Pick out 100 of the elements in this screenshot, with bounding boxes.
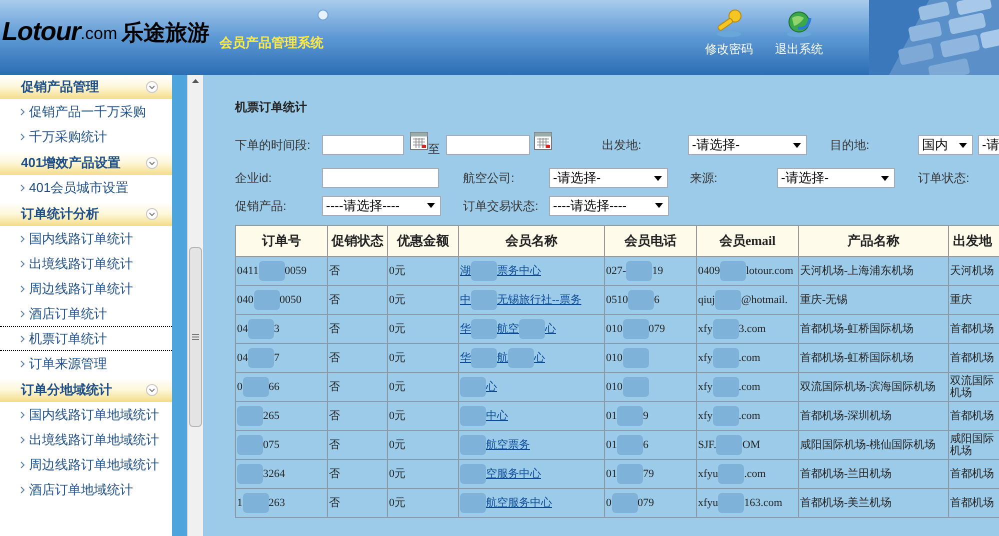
table-cell-text: 04	[237, 352, 248, 364]
caret-icon	[427, 203, 435, 208]
sidebar-item[interactable]: 401会员城市设置	[0, 175, 172, 200]
member-link[interactable]: 无锡旅行社--票务	[497, 294, 582, 306]
sidebar-item[interactable]: 周边线路订单地域统计	[0, 452, 172, 477]
table-cell-text: @hotmail.	[741, 294, 788, 306]
input-field[interactable]	[322, 168, 439, 188]
collapse-icon[interactable]	[146, 81, 158, 93]
sidebar-item[interactable]: 酒店订单统计	[0, 301, 172, 326]
field-label: 促销产品:	[235, 198, 288, 214]
section-title: 401增效产品设置	[21, 154, 121, 172]
date-field[interactable]	[322, 135, 404, 155]
table-cell-text: 265	[263, 410, 280, 422]
table-cell-text: 0元	[389, 381, 406, 393]
sidebar-item[interactable]: 出境线路订单统计	[0, 251, 172, 276]
blurred-patch	[626, 261, 652, 281]
sidebar-section-header[interactable]: 订单分地域统计	[0, 378, 172, 402]
brand-name: 乐途旅游	[121, 22, 210, 44]
sidebar-section-header[interactable]: 促销产品管理	[0, 75, 172, 99]
blurred-patch	[622, 377, 648, 397]
scroll-thumb[interactable]	[189, 247, 202, 427]
blurred-patch	[712, 406, 739, 426]
select-dropdown[interactable]: -请选择-	[549, 168, 668, 188]
sidebar-item[interactable]: 国内线路订单统计	[0, 226, 172, 251]
table-cell-text: SJF.	[698, 439, 716, 451]
table-cell-text: 否	[329, 294, 340, 306]
table-cell-text: 079	[648, 323, 665, 335]
sidebar-section-header[interactable]: 401增效产品设置	[0, 151, 172, 175]
table-cell-text: xfy	[698, 381, 713, 393]
column-header: 会员名称	[458, 226, 604, 256]
field-label: 订单状态:	[918, 170, 970, 187]
blurred-patch	[617, 406, 643, 426]
table-cell-text: 0	[606, 497, 612, 509]
select-dropdown[interactable]: -请选择-	[777, 168, 895, 188]
calendar-icon[interactable]	[534, 132, 552, 150]
table-cell-text: 首都机场	[950, 410, 994, 422]
table-cell-text: 首都机场	[950, 497, 994, 509]
sidebar-section-header[interactable]: 订单统计分析	[0, 202, 172, 226]
table-cell-text: 0510	[606, 294, 628, 306]
select-dropdown[interactable]: -请选择-	[688, 135, 807, 155]
member-link[interactable]: 航空	[497, 323, 519, 335]
member-link[interactable]: 华	[460, 323, 471, 335]
blurred-patch	[471, 290, 497, 310]
member-link[interactable]: 航空服务中心	[486, 497, 552, 509]
key-icon	[714, 8, 744, 38]
table-cell-text: 否	[329, 410, 340, 422]
sidebar-item[interactable]: 周边线路订单统计	[0, 276, 172, 301]
table-cell-text: 19	[652, 265, 664, 277]
sidebar-item[interactable]: 出境线路订单地域统计	[0, 427, 172, 452]
member-link[interactable]: 航空票务	[486, 439, 530, 451]
member-link[interactable]: 航	[497, 352, 508, 364]
blurred-patch	[612, 493, 638, 513]
blurred-patch	[716, 435, 742, 455]
table-cell-text: 否	[329, 323, 340, 335]
blurred-patch	[712, 319, 739, 339]
member-link[interactable]: 空服务中心	[486, 468, 541, 480]
scroll-up-icon[interactable]	[192, 79, 199, 83]
caret-icon	[881, 176, 889, 180]
column-header: 订单号	[236, 226, 328, 256]
blurred-patch	[254, 290, 280, 310]
toolbar-button[interactable]: 修改密码	[705, 8, 753, 58]
blurred-patch	[715, 290, 742, 310]
member-link[interactable]: 华	[460, 352, 471, 364]
collapse-icon[interactable]	[146, 384, 158, 396]
logo-text: Lotour	[2, 18, 80, 44]
sidebar-item[interactable]: 千万采购统计	[0, 124, 172, 149]
table-cell-text: 0元	[389, 497, 406, 509]
member-link[interactable]: 中	[460, 294, 471, 306]
table-cell-text: 6	[643, 439, 648, 451]
scrollbar[interactable]	[187, 75, 203, 536]
table-cell-text: 否	[329, 381, 340, 393]
field-label: 企业id:	[235, 170, 273, 187]
sidebar-item[interactable]: 促销产品一千万采购	[0, 99, 172, 124]
member-link[interactable]: 湖	[460, 265, 471, 277]
table-cell-text: 79	[643, 468, 654, 480]
chevron-icon	[20, 108, 25, 116]
select-dropdown[interactable]: ----请选择----	[549, 196, 669, 216]
table-cell-text: 首都机场-美兰机场	[800, 497, 892, 509]
sidebar-item[interactable]: 国内线路订单地域统计	[0, 402, 172, 427]
select-dropdown[interactable]: ----请选择----	[322, 196, 441, 216]
field-label: 来源:	[690, 170, 718, 187]
blurred-patch	[248, 348, 274, 368]
calendar-icon[interactable]	[410, 132, 428, 150]
member-link[interactable]: 心	[534, 352, 545, 364]
collapse-icon[interactable]	[146, 208, 158, 220]
member-link[interactable]: 心	[486, 381, 497, 393]
member-link[interactable]: 心	[545, 323, 556, 335]
table-cell-text: 01	[606, 439, 617, 451]
member-link[interactable]: 票务中心	[497, 265, 541, 277]
member-link[interactable]: 中心	[486, 410, 508, 422]
select-dropdown[interactable]: 国内	[918, 135, 973, 155]
blurred-patch	[248, 319, 274, 339]
date-field[interactable]	[446, 135, 530, 155]
sidebar-item[interactable]: 订单来源管理	[0, 351, 172, 376]
field-label: 订单交易状态:	[463, 198, 540, 214]
collapse-icon[interactable]	[146, 157, 158, 169]
sidebar-item[interactable]: 酒店订单地域统计	[0, 477, 172, 502]
blurred-patch	[460, 435, 486, 455]
toolbar-button[interactable]: 退出系统	[775, 8, 823, 58]
select-dropdown[interactable]: -请	[978, 135, 999, 155]
